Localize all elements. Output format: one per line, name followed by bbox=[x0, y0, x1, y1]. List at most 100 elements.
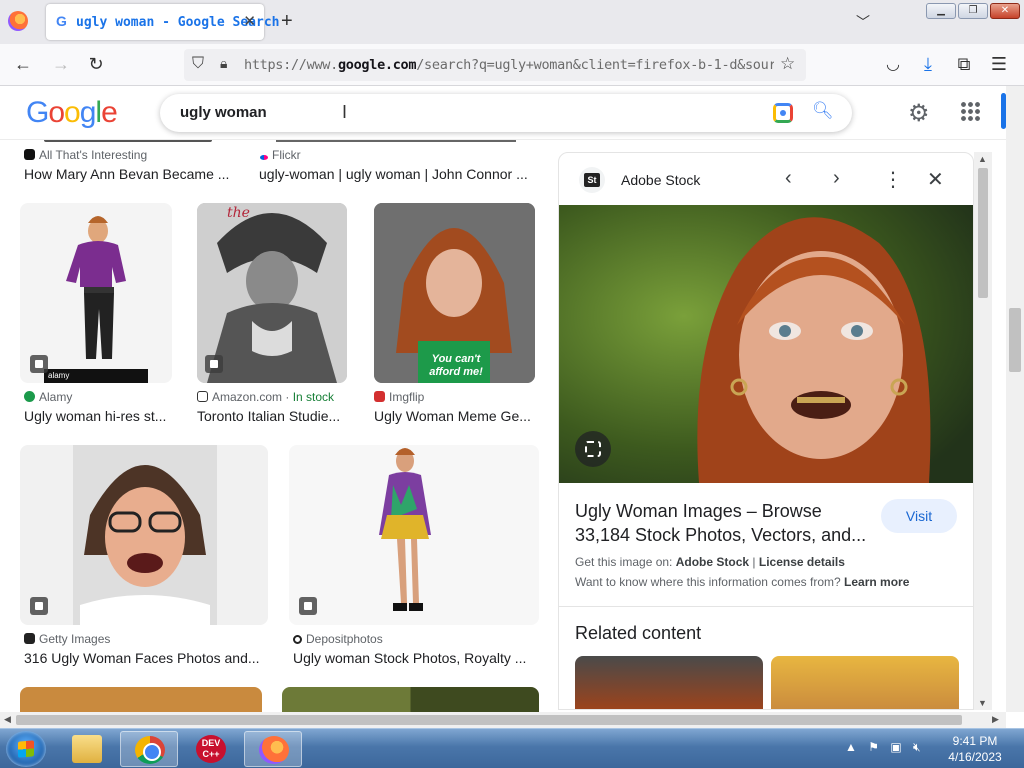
result-source[interactable]: Alamy bbox=[24, 390, 72, 404]
result-image-partial[interactable] bbox=[276, 140, 516, 142]
scroll-left-icon[interactable]: ◀ bbox=[4, 714, 11, 725]
minimize-button[interactable]: ▁ bbox=[926, 3, 956, 19]
taskbar-clock[interactable]: 9:41 PM 4/16/2023 bbox=[940, 733, 1010, 765]
reload-icon[interactable]: ↻ bbox=[85, 54, 107, 75]
next-chevron-icon[interactable]: › bbox=[833, 167, 840, 190]
preview-image[interactable] bbox=[559, 205, 973, 483]
result-source[interactable]: Imgflip bbox=[374, 390, 424, 404]
result-source[interactable]: Depositphotos bbox=[293, 632, 383, 646]
panel-image-title[interactable]: Ugly Woman Images – Browse 33,184 Stock … bbox=[575, 499, 875, 547]
getty-images-icon bbox=[24, 633, 35, 644]
result-source[interactable]: Getty Images bbox=[24, 632, 110, 646]
result-title[interactable]: Toronto Italian Studie... bbox=[197, 408, 347, 424]
visual-search-icon[interactable] bbox=[575, 431, 611, 467]
panel-scroll-thumb[interactable] bbox=[978, 168, 988, 298]
address-bar[interactable]: ⛉ 🔒︎ https://www.google.com/search?q=ugl… bbox=[184, 49, 806, 81]
panel-divider bbox=[559, 606, 973, 607]
start-button[interactable] bbox=[6, 731, 46, 767]
url-text[interactable]: https://www.google.com/search?q=ugly+wom… bbox=[244, 57, 774, 73]
search-box[interactable]: ugly woman I 🔍︎ bbox=[160, 94, 852, 132]
tracking-shield-icon[interactable]: ⛉ bbox=[192, 55, 204, 73]
pocket-icon[interactable]: ◡ bbox=[882, 54, 904, 74]
extensions-icon[interactable]: ⧉ bbox=[953, 54, 975, 75]
system-tray: ▲ ⚑ ▣ 🔇︎ bbox=[845, 740, 921, 755]
horizontal-scrollbar[interactable]: ◀ ▶ bbox=[0, 712, 1006, 728]
learn-more-link[interactable]: Learn more bbox=[844, 575, 909, 589]
meme-caption: You can't afford me! bbox=[429, 353, 483, 378]
shopping-tag-icon bbox=[205, 355, 223, 373]
panel-scrollbar[interactable]: ▲ ▼ bbox=[974, 152, 992, 710]
image-results: All That's Interesting How Mary Ann Beva… bbox=[0, 140, 556, 712]
result-image-partial[interactable] bbox=[282, 687, 539, 712]
restore-button[interactable]: ❐ bbox=[958, 3, 988, 19]
result-title[interactable]: ugly-woman | ugly woman | John Connor ..… bbox=[259, 166, 539, 182]
image-type-icon bbox=[30, 355, 48, 373]
google-apps-icon[interactable] bbox=[960, 101, 980, 121]
taskbar-devcpp[interactable]: DEV C++ bbox=[182, 731, 240, 767]
result-title[interactable]: Ugly woman Stock Photos, Royalty ... bbox=[293, 650, 537, 666]
search-input[interactable]: ugly woman bbox=[180, 104, 267, 121]
volume-muted-icon[interactable]: 🔇︎ bbox=[913, 740, 921, 754]
imgflip-icon bbox=[374, 391, 385, 402]
related-image[interactable] bbox=[771, 656, 959, 709]
result-image[interactable] bbox=[289, 445, 539, 625]
source-favicon-icon bbox=[24, 149, 35, 160]
result-image[interactable]: You can't afford me! bbox=[374, 203, 535, 383]
window-close-button[interactable]: ✕ bbox=[990, 3, 1020, 19]
action-center-flag-icon[interactable]: ⚑ bbox=[868, 740, 879, 754]
previous-chevron-icon[interactable]: ‹ bbox=[785, 167, 792, 190]
taskbar-firefox[interactable] bbox=[244, 731, 302, 767]
taskbar-explorer[interactable] bbox=[58, 731, 116, 767]
menu-hamburger-icon[interactable]: ☰ bbox=[988, 54, 1010, 75]
back-arrow-icon[interactable]: ← bbox=[12, 54, 34, 75]
result-image-partial[interactable] bbox=[44, 140, 212, 142]
folder-icon bbox=[72, 735, 102, 763]
result-title[interactable]: Ugly woman hi-res st... bbox=[24, 408, 174, 424]
image-type-icon bbox=[30, 597, 48, 615]
woman-glasses-screaming-image bbox=[73, 445, 217, 625]
lock-icon[interactable]: 🔒︎ bbox=[220, 55, 227, 72]
clock-time: 9:41 PM bbox=[952, 734, 998, 748]
scroll-up-icon[interactable]: ▲ bbox=[978, 154, 987, 164]
result-title[interactable]: 316 Ugly Woman Faces Photos and... bbox=[24, 650, 268, 666]
related-image[interactable] bbox=[575, 656, 763, 709]
new-tab-button[interactable]: + bbox=[281, 10, 293, 33]
get-image-site-link[interactable]: Adobe Stock bbox=[676, 555, 749, 569]
result-source[interactable]: All That's Interesting bbox=[24, 148, 147, 162]
google-lens-icon[interactable] bbox=[773, 103, 793, 123]
visit-button[interactable]: Visit bbox=[881, 499, 957, 533]
taskbar-chrome[interactable] bbox=[120, 731, 178, 767]
panel-site-name[interactable]: Adobe Stock bbox=[621, 172, 700, 188]
navigation-toolbar: ← → ↻ ⛉ 🔒︎ https://www.google.com/search… bbox=[0, 44, 1024, 86]
page-vertical-scrollbar[interactable] bbox=[1006, 86, 1024, 712]
settings-gear-icon[interactable]: ⚙ bbox=[908, 99, 930, 128]
more-options-icon[interactable]: ⋮ bbox=[883, 167, 903, 192]
text-cursor-icon: I bbox=[342, 102, 348, 122]
bookmark-star-icon[interactable]: ☆ bbox=[780, 54, 795, 74]
result-source[interactable]: Flickr bbox=[260, 148, 301, 162]
google-logo[interactable]: Google bbox=[26, 96, 118, 130]
tab-close-icon[interactable]: ✕ bbox=[243, 12, 256, 30]
image-preview-panel: St Adobe Stock ‹ › ⋮ ✕ Ugly Woman Images bbox=[558, 152, 974, 710]
scroll-down-icon[interactable]: ▼ bbox=[978, 698, 987, 708]
show-hidden-icons-icon[interactable]: ▲ bbox=[845, 740, 857, 754]
panel-header: St Adobe Stock ‹ › ⋮ ✕ bbox=[559, 153, 973, 205]
firefox-menu-icon[interactable] bbox=[8, 11, 28, 31]
clock-date: 4/16/2023 bbox=[948, 750, 1002, 764]
page-scroll-thumb[interactable] bbox=[1009, 308, 1021, 372]
result-image[interactable] bbox=[20, 445, 268, 625]
list-all-tabs-chevron-icon[interactable]: ﹀ bbox=[856, 12, 870, 32]
license-details-link[interactable]: License details bbox=[759, 555, 845, 569]
downloads-icon[interactable]: ⤓ bbox=[917, 54, 939, 75]
result-title[interactable]: Ugly Woman Meme Ge... bbox=[374, 408, 534, 424]
search-icon[interactable]: 🔍︎ bbox=[812, 101, 834, 121]
close-panel-icon[interactable]: ✕ bbox=[927, 167, 944, 192]
result-source[interactable]: Amazon.com · In stock bbox=[197, 390, 334, 404]
forward-arrow-icon[interactable]: → bbox=[50, 54, 72, 75]
tab-google-search[interactable]: G ugly woman - Google Search ✕ bbox=[46, 4, 280, 40]
horizontal-scroll-thumb[interactable] bbox=[16, 715, 962, 725]
result-image-partial[interactable] bbox=[20, 687, 262, 712]
network-icon[interactable]: ▣ bbox=[890, 740, 901, 754]
scroll-right-icon[interactable]: ▶ bbox=[992, 714, 999, 725]
result-title[interactable]: How Mary Ann Bevan Became ... bbox=[24, 166, 240, 182]
